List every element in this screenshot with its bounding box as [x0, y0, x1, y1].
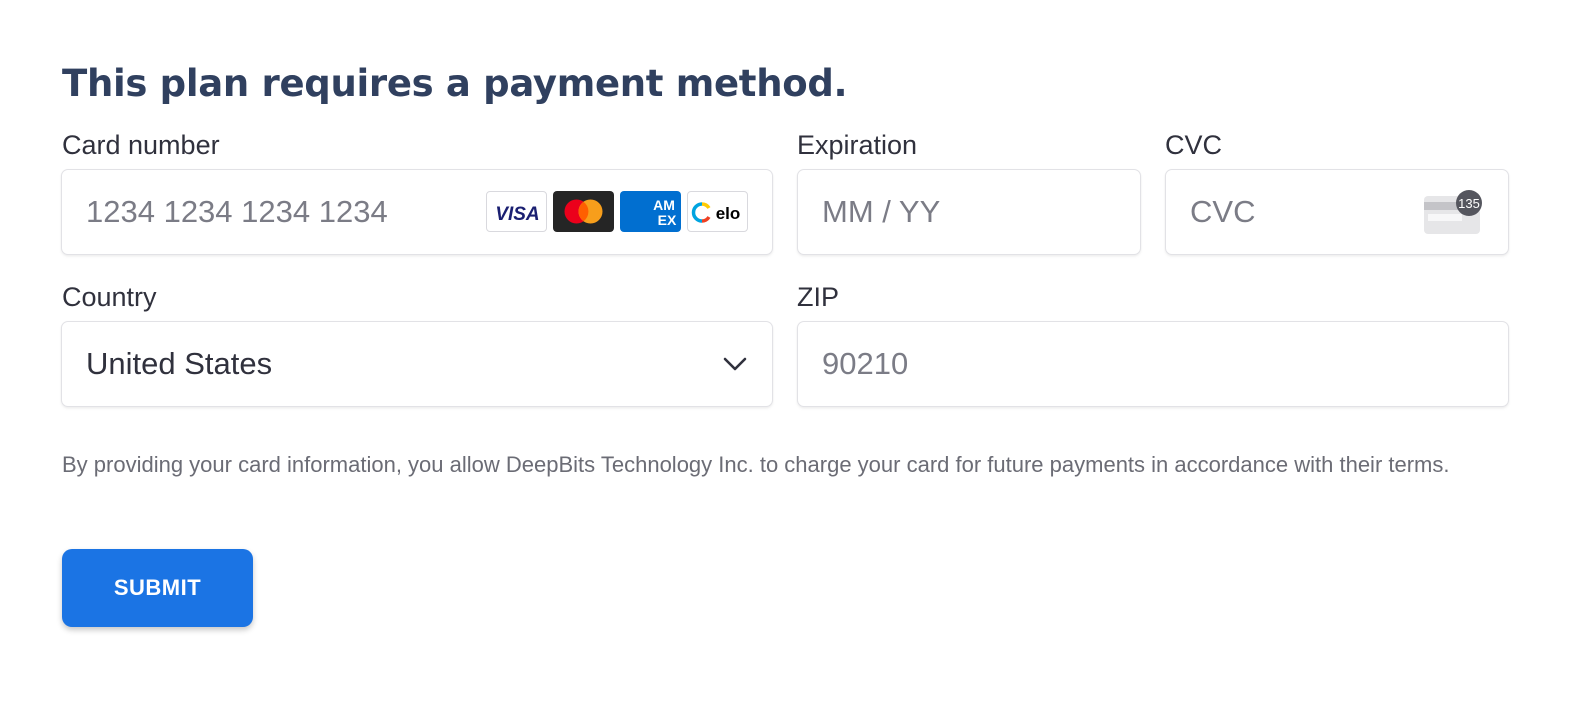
expiration-label: Expiration: [797, 130, 918, 160]
elo-icon: elo: [687, 191, 748, 232]
svg-text:AM: AM: [653, 197, 675, 213]
cvc-field[interactable]: 135: [1165, 169, 1509, 255]
amex-icon: AM EX: [620, 191, 681, 232]
visa-icon: VISA: [486, 191, 547, 232]
svg-text:elo: elo: [716, 204, 741, 223]
page-title: This plan requires a payment method.: [62, 62, 848, 105]
expiration-field[interactable]: [797, 169, 1141, 255]
terms-disclaimer: By providing your card information, you …: [62, 452, 1450, 477]
svg-text:EX: EX: [658, 212, 677, 228]
card-brands: VISA AM EX elo: [486, 191, 748, 232]
country-select[interactable]: United States: [61, 321, 773, 407]
card-number-input[interactable]: [86, 170, 466, 254]
cvc-card-icon: 135: [1422, 188, 1484, 238]
svg-text:135: 135: [1458, 196, 1480, 211]
zip-label: ZIP: [797, 282, 840, 312]
chevron-down-icon: [723, 357, 747, 371]
expiration-input[interactable]: [822, 170, 1112, 254]
cvc-input[interactable]: [1190, 170, 1390, 254]
country-selected-value: United States: [86, 346, 273, 381]
cvc-label: CVC: [1165, 130, 1223, 160]
mastercard-icon: [553, 191, 614, 232]
svg-text:VISA: VISA: [495, 204, 539, 225]
zip-field[interactable]: [797, 321, 1509, 407]
card-number-label: Card number: [62, 130, 220, 160]
card-number-field[interactable]: VISA AM EX: [61, 169, 773, 255]
submit-button[interactable]: SUBMIT: [62, 549, 253, 627]
zip-input[interactable]: [822, 322, 1482, 406]
country-label: Country: [62, 282, 157, 312]
payment-form: This plan requires a payment method. Car…: [0, 0, 1596, 728]
